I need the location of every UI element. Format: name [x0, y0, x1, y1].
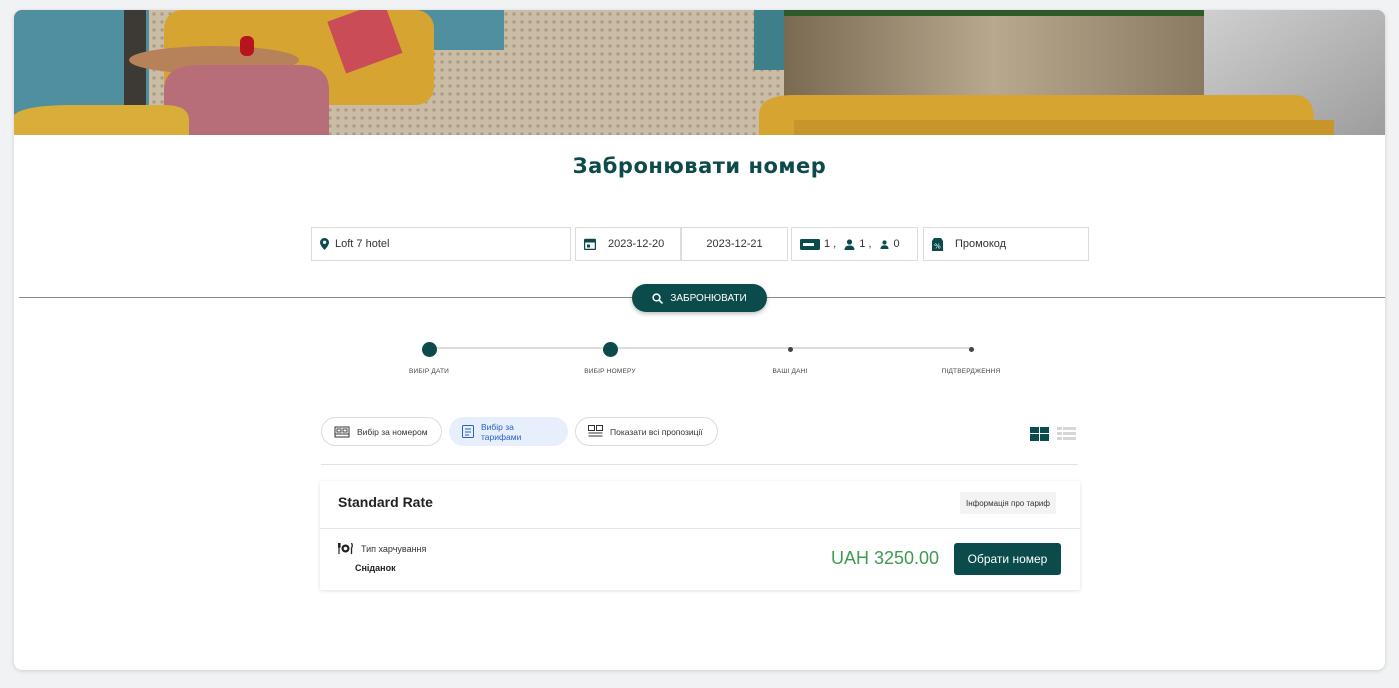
meal-type-label: Тип харчування [361, 544, 427, 554]
rate-name: Standard Rate [338, 494, 433, 510]
rate-price: UAH 3250.00 [831, 548, 940, 568]
guests-field[interactable]: 1 , 1 , 0 [791, 227, 918, 261]
adult-icon [844, 238, 855, 250]
list-view-icon[interactable] [1057, 427, 1076, 441]
filter-by-tariff-chip[interactable]: Вибір за тарифами [449, 417, 568, 446]
book-search-label: ЗАБРОНЮВАТИ [670, 292, 747, 304]
calendar-icon [584, 238, 596, 250]
hotel-name: Loft 7 hotel [335, 238, 390, 250]
filters-divider [321, 464, 1078, 465]
hotel-select[interactable]: Loft 7 hotel [311, 227, 571, 261]
location-pin-icon [320, 238, 329, 250]
booking-card: Забронювати номер Loft 7 hotel 2023-12-2… [14, 10, 1385, 670]
hero-image [14, 10, 1385, 135]
step-room: ВИБІР НОМЕРУ [520, 335, 700, 375]
filter-label: Вибір за номером [357, 426, 428, 437]
step-dot [787, 347, 793, 352]
tariff-icon [462, 425, 474, 438]
rate-card: Standard Rate Інформація про тариф Тип х… [320, 481, 1080, 590]
filter-label: Показати всі пропозиції [610, 426, 703, 437]
rooms-count: 1 , [824, 238, 837, 250]
filter-by-room-chip[interactable]: Вибір за номером [321, 417, 442, 446]
book-search-button[interactable]: ЗАБРОНЮВАТИ [632, 284, 767, 312]
bed-icon [334, 426, 350, 438]
child-icon [880, 239, 889, 249]
rate-info-button[interactable]: Інформація про тариф [960, 492, 1056, 514]
checkout-date-field[interactable]: 2023-12-21 [681, 227, 788, 261]
checkout-date: 2023-12-21 [706, 238, 763, 250]
promo-code-placeholder: Промокод [955, 238, 1007, 250]
choose-room-button[interactable]: Обрати номер [954, 543, 1061, 575]
step-dot [421, 342, 437, 357]
filter-label: Вибір за тарифами [481, 421, 522, 442]
rate-separator [320, 528, 1080, 529]
room-key-icon [800, 238, 820, 250]
svg-text:%: % [934, 242, 941, 250]
checkin-date: 2023-12-20 [608, 238, 665, 250]
page-title: Забронювати номер [572, 154, 827, 178]
checkin-date-field[interactable]: 2023-12-20 [575, 227, 681, 261]
step-details: ВАШІ ДАНІ [700, 335, 880, 375]
step-label: ВАШІ ДАНІ [772, 368, 808, 375]
promo-code-field[interactable]: % Промокод [923, 227, 1089, 261]
search-icon [652, 292, 664, 304]
grid-view-icon[interactable] [1030, 427, 1049, 441]
step-dot [602, 342, 618, 357]
meal-icon [338, 543, 353, 554]
adults-count: 1 , [859, 238, 872, 250]
discount-tag-icon: % [932, 237, 943, 251]
children-count: 0 [893, 238, 900, 250]
meal-type-value: Сніданок [355, 563, 396, 573]
show-all-offers-chip[interactable]: Показати всі пропозиції [575, 417, 718, 446]
step-label: ВИБІР ДАТИ [408, 368, 450, 375]
step-label: ВИБІР НОМЕРУ [584, 368, 636, 375]
offers-icon [588, 425, 603, 438]
step-dot [968, 347, 974, 352]
step-dates: ВИБІР ДАТИ [339, 335, 519, 375]
step-confirmation: ПІДТВЕРДЖЕННЯ [881, 335, 1061, 375]
step-label: ПІДТВЕРДЖЕННЯ [941, 368, 1001, 375]
